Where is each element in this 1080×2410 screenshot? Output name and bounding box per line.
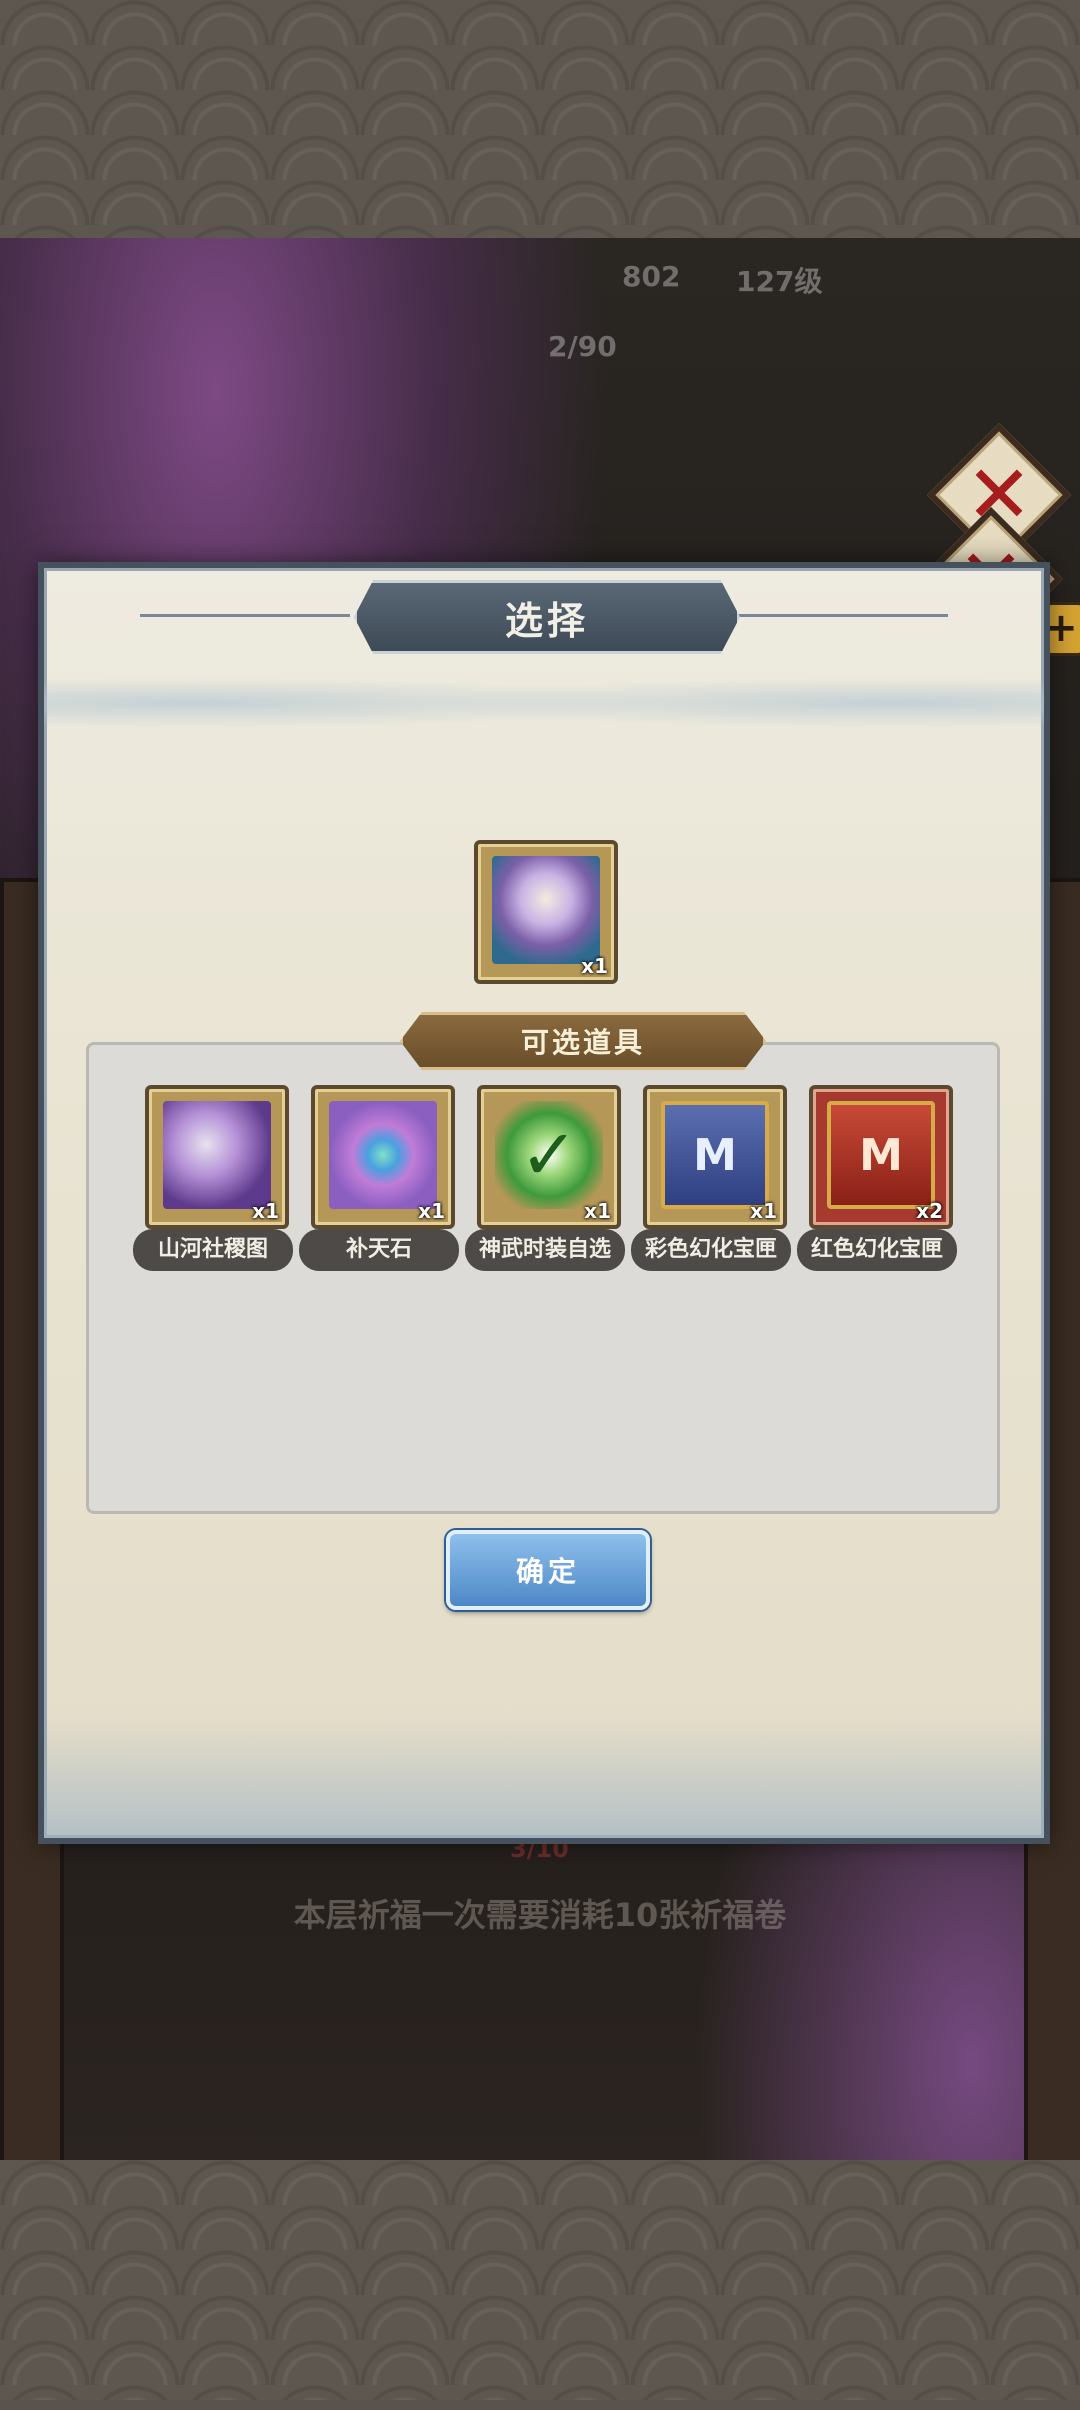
scene-notice: 本层祈福一次需要消耗10张祈福卷 bbox=[293, 1896, 787, 1934]
hud-value: 802 bbox=[622, 260, 681, 293]
rainbow-stone-icon bbox=[329, 1101, 437, 1209]
reward-slot[interactable]: x1 bbox=[474, 840, 618, 984]
selection-dialog: 选择 x1 x1 山河社稷图 x1 补天石 ✓ x1 神武时装自选 M x1 彩… bbox=[38, 562, 1050, 1844]
item-label: 山河社稷图 bbox=[133, 1229, 293, 1271]
title-divider-right bbox=[738, 614, 948, 617]
checkmark-chest-icon: ✓ bbox=[495, 1101, 603, 1209]
item-slot[interactable]: x1 bbox=[311, 1085, 455, 1229]
item-qty: x1 bbox=[418, 1199, 445, 1223]
blue-treasure-chest-icon: M bbox=[661, 1101, 769, 1209]
letterbox-top bbox=[0, 0, 1080, 238]
reward-qty: x1 bbox=[581, 954, 608, 978]
hud-level: 127级 bbox=[736, 265, 823, 298]
item-qty: x1 bbox=[252, 1199, 279, 1223]
section-banner: 可选道具 bbox=[400, 1012, 766, 1070]
mist-decoration bbox=[44, 1718, 1044, 1838]
item-qty: x1 bbox=[750, 1199, 777, 1223]
dialog-title: 选择 bbox=[504, 597, 589, 643]
item-label: 红色幻化宝匣 bbox=[797, 1229, 957, 1271]
item-slot[interactable]: ✓ x1 bbox=[477, 1085, 621, 1229]
title-divider-left bbox=[140, 614, 350, 617]
hud-progress: 2/90 bbox=[548, 330, 617, 363]
item-qty: x1 bbox=[584, 1199, 611, 1223]
item-slot[interactable]: x1 bbox=[145, 1085, 289, 1229]
item-slot[interactable]: M x1 bbox=[643, 1085, 787, 1229]
item-label: 彩色幻化宝匣 bbox=[631, 1229, 791, 1271]
section-title: 可选道具 bbox=[520, 1026, 645, 1059]
item-slot[interactable]: M x2 bbox=[809, 1085, 953, 1229]
title-banner: 选择 bbox=[354, 580, 740, 654]
items-panel: x1 山河社稷图 x1 补天石 ✓ x1 神武时装自选 M x1 彩色幻化宝匣 bbox=[86, 1042, 1000, 1514]
gift-box-icon bbox=[492, 856, 600, 964]
scroll-map-icon bbox=[163, 1101, 271, 1209]
item-label: 补天石 bbox=[299, 1229, 459, 1271]
confirm-button[interactable]: 确定 bbox=[446, 1530, 650, 1610]
letterbox-bottom bbox=[0, 2160, 1080, 2400]
item-label: 神武时装自选 bbox=[465, 1229, 625, 1271]
item-qty: x2 bbox=[916, 1199, 943, 1223]
red-treasure-chest-icon: M bbox=[827, 1101, 935, 1209]
cloud-decoration bbox=[44, 658, 1044, 748]
